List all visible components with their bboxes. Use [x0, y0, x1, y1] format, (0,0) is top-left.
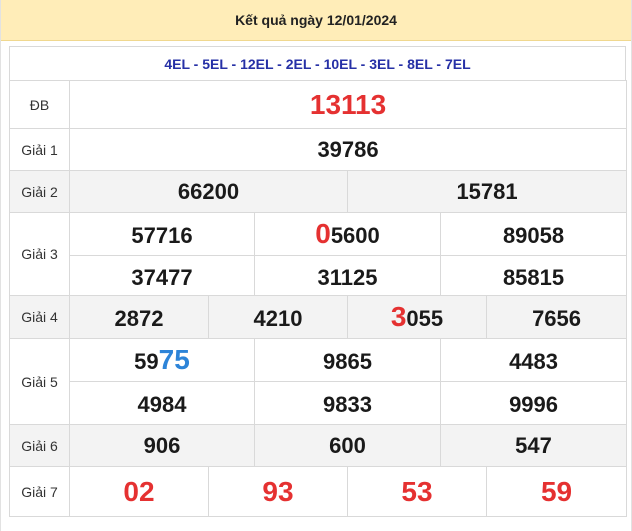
label-prize-5: Giải 5 — [9, 338, 70, 425]
prize-5-number: 4984 — [69, 381, 255, 425]
prize-digits: 31125 — [317, 264, 378, 290]
row-prize-3b: 37477 31125 85815 — [10, 255, 628, 296]
prize-digits: 9833 — [323, 392, 372, 417]
label-prize-3: Giải 3 — [9, 212, 70, 296]
prize-1-number: 39786 — [68, 128, 628, 171]
row-prize-5: Giải 5 5975 9865 4483 — [9, 338, 628, 425]
results-table: ĐB 13113 Giải 1 39786 Giải 2 66200 15781… — [9, 80, 628, 517]
prize-3-number: 05600 — [254, 212, 441, 256]
label-prize-6: Giải 6 — [9, 424, 70, 467]
prize-digits: 37477 — [131, 264, 193, 290]
prize-digits: 4483 — [509, 349, 559, 374]
prize-digits: 4210 — [253, 306, 303, 331]
prize-digits: 85815 — [502, 264, 565, 290]
row-prize-6: Giải 6 906 600 547 — [9, 424, 628, 467]
row-prize-4: Giải 4 2872 4210 3055 7656 — [9, 295, 628, 339]
prize-6-number: 547 — [439, 424, 628, 467]
prize-4-number: 7656 — [485, 295, 628, 339]
prize-5-number: 9996 — [439, 381, 628, 425]
prize-3-number: 31125 — [254, 255, 441, 296]
ticket-codes: 4EL - 5EL - 12EL - 2EL - 10EL - 3EL - 8E… — [9, 46, 626, 80]
prize-3-number: 89058 — [439, 212, 628, 256]
prize-2-number: 15781 — [346, 170, 628, 213]
highlight-digits: 0 — [315, 218, 331, 249]
prize-digits: 59 — [134, 349, 159, 374]
row-prize-7: Giải 7 02 93 53 59 — [9, 466, 628, 517]
prize-digits: 9996 — [509, 392, 559, 417]
prize-4-number: 4210 — [208, 295, 348, 339]
row-prize-1: Giải 1 39786 — [9, 128, 628, 171]
prize-digits: 2872 — [114, 306, 164, 331]
prize-4-number: 2872 — [69, 295, 209, 339]
prize-digits: 57716 — [131, 223, 193, 248]
special-prize-number: 13113 — [68, 80, 628, 129]
prize-7-number: 02 — [69, 466, 209, 517]
prize-3-number: 37477 — [69, 255, 255, 296]
prize-digits: 055 — [406, 306, 444, 331]
highlight-digits: 75 — [158, 344, 190, 375]
prize-6-number: 906 — [69, 424, 255, 467]
label-prize-1: Giải 1 — [9, 128, 70, 171]
row-prize-3: Giải 3 57716 05600 89058 — [9, 212, 628, 296]
row-prize-5b: 4984 9833 9996 — [10, 381, 628, 425]
results-title: Kết quả ngày 12/01/2024 — [1, 0, 631, 41]
prize-5-number: 9833 — [254, 381, 441, 425]
prize-3-number: 85815 — [439, 255, 628, 296]
highlight-digits: 3 — [390, 301, 407, 332]
prize-digits: 4984 — [137, 392, 187, 417]
label-special: ĐB — [9, 80, 70, 129]
prize-digits: 7656 — [532, 306, 582, 331]
prize-digits: 5600 — [330, 223, 380, 248]
label-prize-7: Giải 7 — [9, 466, 70, 517]
prize-digits: 89058 — [502, 223, 565, 248]
prize-5-number: 5975 — [69, 338, 255, 382]
results-panel: Kết quả ngày 12/01/2024 4EL - 5EL - 12EL… — [0, 0, 632, 531]
prize-6-number: 600 — [254, 424, 441, 467]
prize-7-number: 59 — [485, 466, 628, 517]
prize-7-number: 53 — [347, 466, 487, 517]
label-prize-2: Giải 2 — [9, 170, 70, 213]
prize-2-number: 66200 — [69, 170, 348, 213]
prize-3-number: 57716 — [69, 212, 255, 256]
label-prize-4: Giải 4 — [9, 295, 70, 339]
prize-5-number: 4483 — [439, 338, 628, 382]
prize-5-number: 9865 — [254, 338, 441, 382]
prize-7-number: 93 — [208, 466, 348, 517]
prize-digits: 9865 — [323, 349, 372, 374]
row-prize-2: Giải 2 66200 15781 — [9, 170, 628, 213]
row-special: ĐB 13113 — [9, 80, 628, 129]
prize-4-number: 3055 — [347, 295, 487, 339]
